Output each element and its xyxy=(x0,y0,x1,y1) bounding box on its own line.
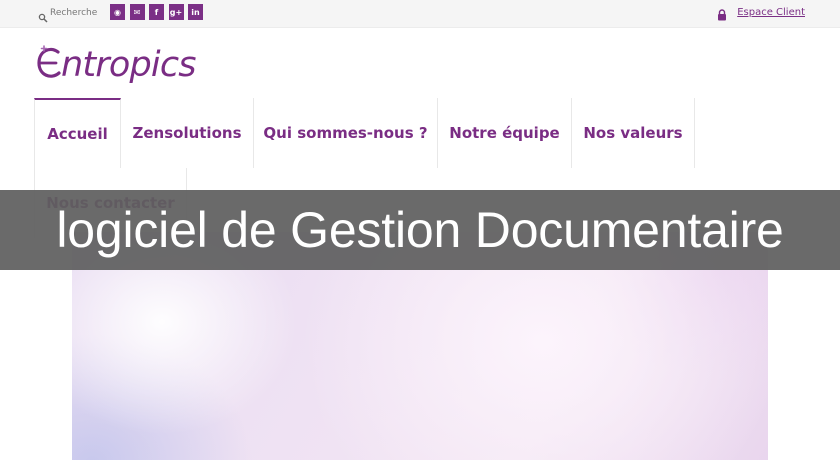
search-box[interactable] xyxy=(38,5,98,23)
espace-client-link[interactable]: Espace Client xyxy=(737,7,805,18)
nav-item-nos-valeurs[interactable]: Nos valeurs xyxy=(572,98,695,168)
site-logo[interactable]: ntropics xyxy=(36,42,206,90)
search-icon[interactable] xyxy=(38,8,48,23)
search-input[interactable] xyxy=(50,6,98,20)
mail-icon[interactable]: ✉ xyxy=(129,4,145,20)
social-links: ◉ ✉ f g+ in xyxy=(110,4,208,20)
linkedin-icon[interactable]: in xyxy=(188,4,203,20)
title-banner: logiciel de Gestion Documentaire xyxy=(0,190,840,270)
nav-item-notre-equipe[interactable]: Notre équipe xyxy=(438,98,572,168)
facebook-icon[interactable]: f xyxy=(149,4,164,20)
lock-icon xyxy=(717,6,727,21)
top-bar: ◉ ✉ f g+ in Espace Client xyxy=(0,0,840,28)
google-plus-icon[interactable]: g+ xyxy=(168,4,184,20)
nav-item-qui-sommes-nous[interactable]: Qui sommes-nous ? xyxy=(254,98,438,168)
logo-text: ntropics xyxy=(61,45,197,85)
page-title: logiciel de Gestion Documentaire xyxy=(56,202,784,258)
client-area: Espace Client xyxy=(717,6,805,21)
rss-icon[interactable]: ◉ xyxy=(110,4,125,20)
nav-item-accueil[interactable]: Accueil xyxy=(34,98,121,168)
nav-item-zensolutions[interactable]: Zensolutions xyxy=(121,98,254,168)
